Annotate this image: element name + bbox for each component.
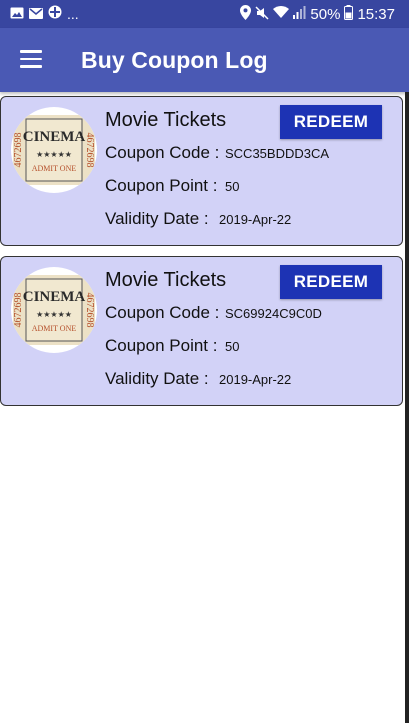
- menu-icon[interactable]: [20, 50, 42, 68]
- ticket-cinema-text: CINEMA: [23, 289, 86, 305]
- screen-edge-divider: [405, 92, 409, 723]
- coupon-point-row: Coupon Point : 50: [105, 176, 239, 196]
- system-icons: 50% 15:37: [240, 5, 395, 24]
- redeem-button[interactable]: REDEEM: [280, 265, 382, 299]
- validity-value: 2019-Apr-22: [219, 372, 292, 387]
- ticket-cinema-text: CINEMA: [23, 129, 86, 145]
- ticket-serial-right: 4672698: [84, 133, 95, 168]
- ticket-stars: ★★★★★: [36, 150, 72, 159]
- coupon-card: CINEMA ★★★★★ ADMIT ONE 4672698 4672698 M…: [0, 256, 403, 406]
- coupon-point-row: Coupon Point : 50: [105, 336, 239, 356]
- coupon-code-value: SCC35BDDD3CA: [225, 146, 330, 161]
- ticket-serial-left: 4672698: [13, 293, 24, 328]
- cinema-ticket-image: CINEMA ★★★★★ ADMIT ONE 4672698 4672698: [11, 107, 97, 193]
- validity-label: Validity Date :: [105, 209, 209, 228]
- ticket-serial-left: 4672698: [13, 133, 24, 168]
- ticket-admit-text: ADMIT ONE: [32, 324, 77, 333]
- ticket-serial-right: 4672698: [84, 293, 95, 328]
- validity-label: Validity Date :: [105, 369, 209, 388]
- coupon-point-label: Coupon Point :: [105, 176, 218, 195]
- validity-row: Validity Date : 2019-Apr-22: [105, 209, 291, 229]
- battery-percent: 50%: [310, 6, 341, 23]
- cinema-ticket-image: CINEMA ★★★★★ ADMIT ONE 4672698 4672698: [11, 267, 97, 353]
- coupon-point-value: 50: [225, 179, 240, 194]
- location-icon: [240, 5, 252, 24]
- game-icon: [48, 5, 62, 22]
- coupon-title: Movie Tickets: [105, 269, 227, 291]
- coupon-code-value: SC69924C9C0D: [225, 306, 322, 321]
- coupon-point-value: 50: [225, 339, 240, 354]
- validity-row: Validity Date : 2019-Apr-22: [105, 369, 291, 389]
- coupon-title: Movie Tickets: [105, 109, 227, 131]
- image-icon: [10, 6, 24, 22]
- ticket-stars: ★★★★★: [36, 310, 72, 319]
- mail-icon: [29, 6, 43, 22]
- coupon-code-row: Coupon Code : SCC35BDDD3CA: [105, 143, 329, 163]
- signal-icon: [293, 6, 306, 23]
- validity-value: 2019-Apr-22: [219, 212, 292, 227]
- notification-icons: ...: [10, 5, 79, 22]
- mute-icon: [255, 5, 269, 24]
- coupon-code-row: Coupon Code : SC69924C9C0D: [105, 303, 322, 323]
- coupon-card: CINEMA ★★★★★ ADMIT ONE 4672698 4672698 M…: [0, 96, 403, 246]
- status-bar: ... 50% 15:37: [0, 0, 409, 28]
- battery-icon: [344, 5, 354, 24]
- redeem-button[interactable]: REDEEM: [280, 105, 382, 139]
- ticket-admit-text: ADMIT ONE: [32, 164, 77, 173]
- app-bar: Buy Coupon Log: [0, 28, 409, 92]
- page-title: Buy Coupon Log: [81, 47, 268, 73]
- wifi-icon: [273, 6, 290, 23]
- clock: 15:37: [357, 6, 395, 23]
- coupon-point-label: Coupon Point :: [105, 336, 218, 355]
- coupon-code-label: Coupon Code :: [105, 143, 220, 162]
- overflow-text: ...: [67, 5, 79, 22]
- coupon-code-label: Coupon Code :: [105, 303, 220, 322]
